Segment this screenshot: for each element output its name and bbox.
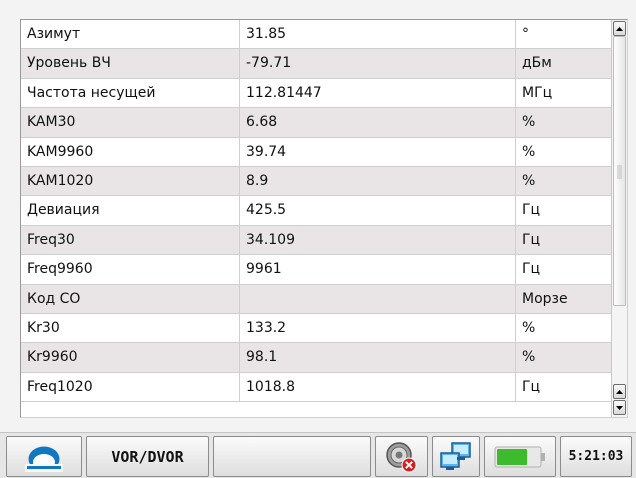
- param-value-cell: 425.5: [240, 196, 516, 225]
- param-unit-cell: Гц: [522, 378, 541, 395]
- sound-status-button[interactable]: [375, 436, 428, 477]
- param-value-cell: 6.68: [240, 108, 516, 137]
- param-value-cell: 8.9: [240, 166, 516, 196]
- app-logo-icon: [25, 446, 63, 472]
- network-icon: [440, 441, 471, 470]
- param-unit-cell: %: [522, 349, 536, 366]
- param-unit-cell: %: [522, 143, 536, 160]
- param-unit-cell: %: [522, 172, 536, 189]
- taskbar: VOR/DVOR 5:21:03: [0, 432, 636, 478]
- param-value-cell: 1018.8: [240, 372, 516, 402]
- network-status-button[interactable]: [432, 436, 480, 477]
- mode-button[interactable]: VOR/DVOR: [86, 436, 209, 477]
- param-unit-cell: дБм: [522, 55, 552, 72]
- param-unit-cell: Гц: [522, 231, 541, 248]
- param-name-cell: KAM30: [21, 108, 240, 137]
- param-name-cell: Kr30: [21, 313, 240, 343]
- param-unit-cell: %: [522, 114, 536, 131]
- mode-label: VOR/DVOR: [111, 447, 184, 466]
- param-name-cell: Азимут: [21, 20, 240, 49]
- table-row[interactable]: Девиация 425.5 Гц: [21, 196, 611, 226]
- param-unit-cell: Гц: [522, 261, 541, 278]
- param-unit-cell: °: [522, 26, 529, 42]
- battery-status-button[interactable]: [484, 436, 556, 477]
- param-name-cell: KAM9960: [21, 137, 240, 166]
- table-row[interactable]: Частота несущей 112.81447 МГц: [21, 78, 611, 109]
- param-name-cell: Уровень ВЧ: [21, 49, 240, 78]
- scrollbar-thumb[interactable]: [613, 36, 626, 306]
- table-row[interactable]: Азимут 31.85 °: [21, 20, 611, 50]
- param-name-cell: Код СО: [21, 284, 240, 313]
- param-name-cell: Частота несущей: [21, 78, 240, 108]
- param-name-cell: Kr9960: [21, 343, 240, 372]
- param-value-cell: 9961: [240, 255, 516, 284]
- scroll-up-arrow-icon: [616, 389, 623, 394]
- scroll-up-button[interactable]: [613, 21, 626, 36]
- param-value-cell: [240, 284, 516, 313]
- table-row[interactable]: Freq9960 9961 Гц: [21, 255, 611, 285]
- param-name-cell: KAM1020: [21, 166, 240, 196]
- scroll-down-button[interactable]: [613, 400, 626, 415]
- param-name-cell: Freq30: [21, 225, 240, 255]
- table-row[interactable]: KAM1020 8.9%: [21, 166, 611, 197]
- table-row[interactable]: Kr9960 98.1%: [21, 343, 611, 373]
- param-value-cell: 39.74: [240, 137, 516, 166]
- param-name-cell: Freq1020: [21, 372, 240, 402]
- table-row[interactable]: Freq1020 1018.8 Гц: [21, 372, 611, 403]
- param-unit-cell: МГц: [522, 84, 553, 101]
- clock-button[interactable]: 5:21:03: [560, 436, 632, 477]
- scroll-up-button-lower[interactable]: [613, 384, 626, 399]
- table-row[interactable]: Freq30 34.109 Гц: [21, 225, 611, 256]
- param-value-cell: 133.2: [240, 313, 516, 343]
- speaker-error-icon: [385, 441, 416, 472]
- param-value-cell: 34.109: [240, 225, 516, 255]
- battery-fill: [497, 448, 528, 465]
- table-row[interactable]: KAM9960 39.74%: [21, 137, 611, 167]
- param-unit-cell: Морзе: [522, 290, 568, 307]
- battery-icon: [494, 446, 545, 467]
- clock: 5:21:03: [568, 449, 624, 464]
- param-name-cell: Девиация: [21, 196, 240, 225]
- table-row[interactable]: Kr30 133.2%: [21, 313, 611, 344]
- param-value-cell: 31.85: [240, 20, 516, 49]
- thumb-grip: [617, 165, 622, 179]
- scroll-down-arrow-icon: [616, 405, 623, 410]
- vertical-scrollbar[interactable]: [611, 20, 627, 417]
- start-button[interactable]: [6, 436, 82, 477]
- scroll-up-arrow-icon: [616, 26, 623, 31]
- table-row[interactable]: Уровень ВЧ -79.71 дБм: [21, 49, 611, 79]
- table-row[interactable]: KAM30 6.68%: [21, 108, 611, 138]
- param-unit-cell: Гц: [522, 202, 541, 219]
- param-unit-cell: %: [522, 319, 536, 336]
- param-value-cell: 112.81447: [240, 78, 516, 108]
- empty-task-slot[interactable]: [213, 436, 371, 477]
- measurements-panel: Азимут 31.85 ° Уровень ВЧ -79.71 дБм Частота н…: [20, 19, 628, 418]
- table-row[interactable]: Код СО Морзе: [21, 284, 611, 314]
- param-name-cell: Freq9960: [21, 255, 240, 284]
- param-value-cell: -79.71: [240, 49, 516, 78]
- measurements-table: Азимут 31.85 ° Уровень ВЧ -79.71 дБм Частота н…: [21, 20, 611, 403]
- param-value-cell: 98.1: [240, 343, 516, 372]
